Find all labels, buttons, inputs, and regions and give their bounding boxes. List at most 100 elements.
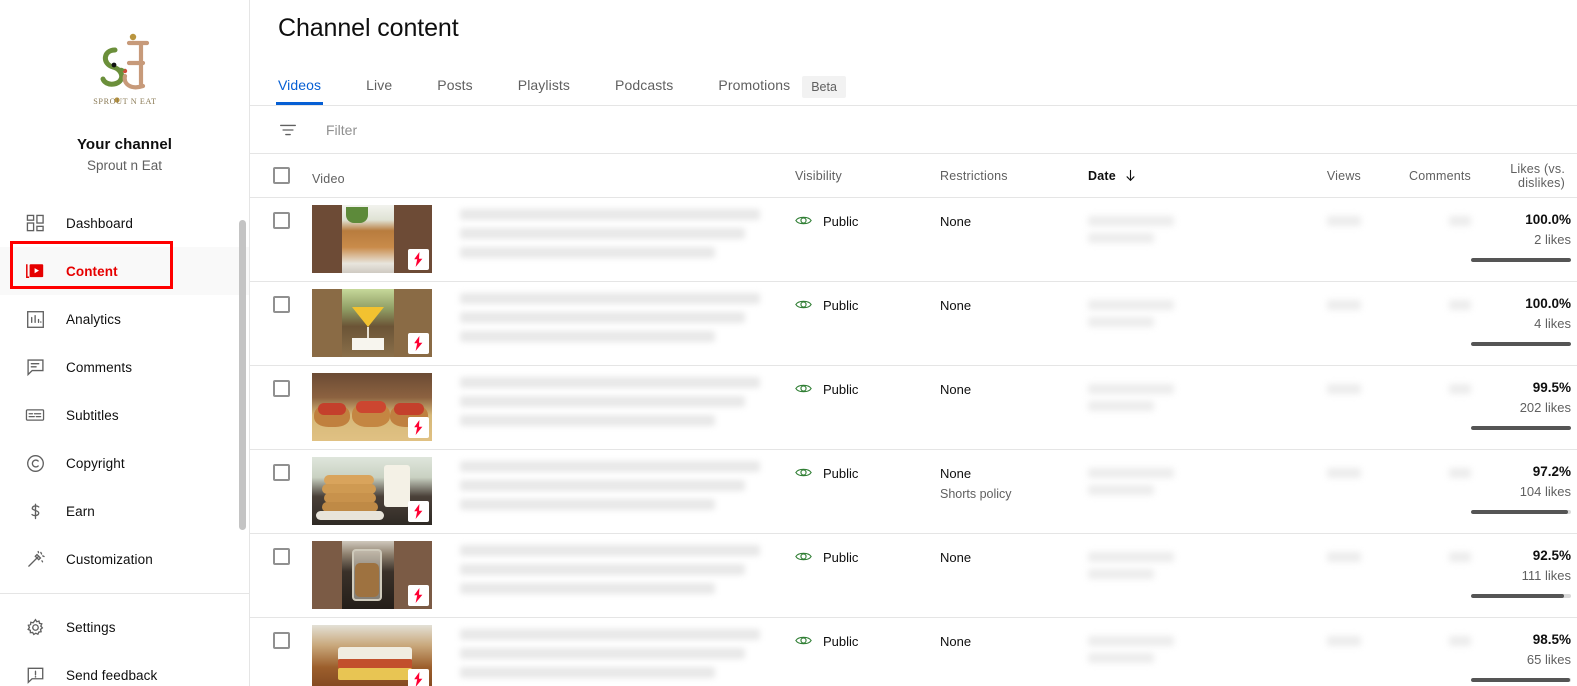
column-header-visibility[interactable]: Visibility [795,169,940,183]
likes-count: 104 likes [1519,484,1571,499]
comments-cell-blurred [1361,198,1471,281]
sidebar-item-analytics[interactable]: Analytics [0,295,249,343]
cookie-jar-thumbnail[interactable] [312,541,432,609]
tab-videos[interactable]: Videos [275,77,324,105]
dashboard-icon [16,214,54,233]
tab-promotions[interactable]: Promotions [718,77,790,105]
restrictions-cell: None Shorts policy [940,450,1088,533]
restrictions-sub-value[interactable]: Shorts policy [940,487,1088,501]
sidebar-item-label: Dashboard [66,215,133,231]
views-cell-blurred [1261,366,1361,449]
visibility-value: Public [823,214,859,229]
table-row[interactable]: Public None 98.5% 65 likes [250,618,1577,686]
select-all-checkbox-cell [250,167,312,184]
likes-bar [1471,426,1571,430]
youtube-studio-app: SPROUT N EAT Your channel Sprout n Eat D… [0,0,1577,686]
sandwich-club-plate-thumbnail[interactable] [312,205,432,273]
row-checkbox-cell [250,618,312,686]
video-title-blurred [432,457,762,518]
tab-playlists[interactable]: Playlists [518,77,570,105]
column-header-comments[interactable]: Comments [1361,169,1471,183]
restrictions-value: None [940,634,972,649]
sidebar-item-earn[interactable]: Earn [0,487,249,535]
visibility-cell: Public [795,450,940,533]
bacon-egg-sandwich-thumbnail[interactable] [312,625,432,686]
date-cell-blurred [1088,534,1261,617]
sidebar-scrollbar[interactable] [239,220,246,530]
restrictions-cell: None [940,366,1088,449]
sidebar-item-settings[interactable]: Settings [0,603,249,651]
likes-percent: 92.5% [1532,548,1571,563]
row-checkbox[interactable] [272,380,290,397]
filter-bar [250,106,1577,154]
column-header-views[interactable]: Views [1261,169,1361,183]
row-checkbox[interactable] [272,296,290,313]
video-title-blurred [432,373,762,434]
date-cell-blurred [1088,366,1261,449]
tab-label: Videos [278,77,322,93]
sidebar-item-customization[interactable]: Customization [0,535,249,583]
likes-percent: 99.5% [1532,380,1571,395]
sidebar-item-dashboard[interactable]: Dashboard [0,199,249,247]
views-cell-blurred [1261,534,1361,617]
table-row[interactable]: Public None 100.0% 4 likes [250,282,1577,366]
sidebar-item-comments[interactable]: Comments [0,343,249,391]
row-checkbox[interactable] [272,548,290,565]
sidebar-item-label: Comments [66,359,133,375]
row-checkbox-cell [250,450,312,533]
column-header-likes[interactable]: Likes (vs. dislikes) [1471,162,1577,190]
comments-cell-blurred [1361,282,1471,365]
column-header-restrictions[interactable]: Restrictions [940,169,1088,183]
comments-cell-blurred [1361,366,1471,449]
sidebar-item-subtitles[interactable]: Subtitles [0,391,249,439]
filter-icon[interactable] [278,120,298,140]
bruschetta-tomato-toast-thumbnail[interactable] [312,373,432,441]
row-checkbox[interactable] [272,212,290,229]
sidebar-item-copyright[interactable]: Copyright [0,439,249,487]
table-row[interactable]: Public None 99.5% 202 likes [250,366,1577,450]
row-checkbox[interactable] [272,464,290,481]
table-row[interactable]: Public None 100.0% 2 likes [250,198,1577,282]
svg-text:SPROUT N EAT: SPROUT N EAT [93,97,156,106]
likes-count: 202 likes [1519,400,1571,415]
main-content: Channel content Videos Live Posts Playli… [250,0,1577,686]
tab-label: Posts [437,77,473,93]
tab-label: Live [366,77,393,93]
yellow-cocktail-glass-thumbnail[interactable] [312,289,432,357]
row-checkbox[interactable] [272,632,290,649]
column-header-video[interactable]: Video [312,165,795,186]
eye-icon [795,634,812,647]
likes-bar [1471,678,1571,682]
channel-block: SPROUT N EAT Your channel Sprout n Eat [0,0,249,173]
comments-cell-blurred [1361,450,1471,533]
eye-icon [795,550,812,563]
feedback-icon [16,666,54,685]
tab-label: Promotions [718,77,791,93]
table-row[interactable]: Public None 92.5% 111 likes [250,534,1577,618]
subtitles-icon [16,405,54,425]
table-row[interactable]: Public None Shorts policy 97.2% 104 like… [250,450,1577,534]
sidebar-item-label: Send feedback [66,667,158,683]
sidebar-item-content[interactable]: Content [0,247,249,295]
restrictions-cell: None [940,198,1088,281]
video-title-blurred [432,205,762,266]
column-header-date[interactable]: Date [1088,169,1261,183]
eye-icon [795,298,812,311]
row-checkbox-cell [250,282,312,365]
tab-posts[interactable]: Posts [437,77,473,105]
tab-podcasts[interactable]: Podcasts [615,77,673,105]
likes-count: 2 likes [1534,232,1571,247]
restrictions-value: None [940,298,972,313]
shorts-badge-icon [408,669,429,686]
sprout-n-eat-logo: SPROUT N EAT [79,22,171,114]
filter-input[interactable] [326,121,766,138]
visibility-value: Public [823,298,859,313]
select-all-checkbox[interactable] [272,167,290,184]
likes-percent: 97.2% [1532,464,1571,479]
sidebar-item-send-feedback[interactable]: Send feedback [0,651,249,686]
cookie-stack-with-milk-thumbnail[interactable] [312,457,432,525]
tab-live[interactable]: Live [366,77,392,105]
video-cell [312,198,795,281]
comments-cell-blurred [1361,534,1471,617]
eye-icon [795,382,812,395]
